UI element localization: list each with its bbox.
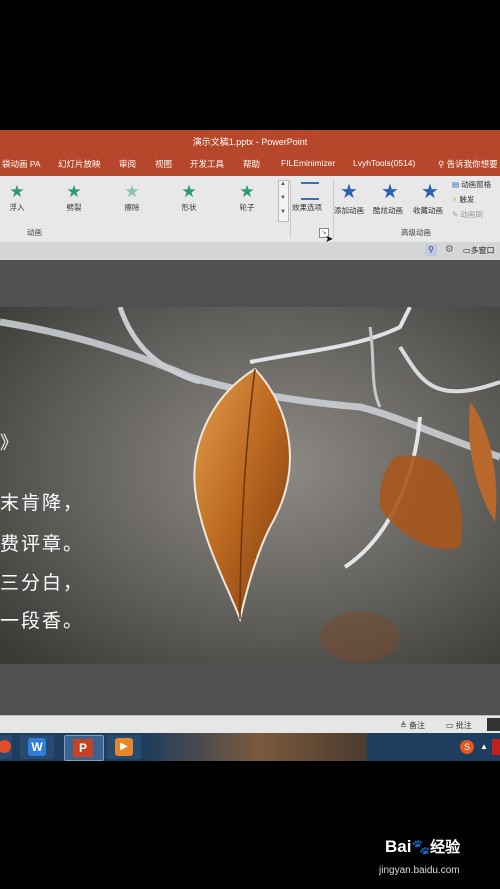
lightning-icon: ⚡ (452, 195, 458, 204)
star-icon: ★ (181, 182, 197, 201)
tell-me-label: 告诉我你想要 (446, 159, 498, 169)
powerpoint-icon: P (73, 739, 93, 757)
tray-red-icon (492, 739, 500, 755)
animation-wipe[interactable]: ★ 擦除 (112, 182, 152, 213)
animation-painter-button[interactable]: ✎ 动画刷 (452, 209, 483, 220)
favorite-animation-label: 收藏动画 (413, 206, 443, 215)
tab-help[interactable]: 帮助 (243, 158, 260, 170)
tab-pocket-animation[interactable]: 袋动画 PA (2, 158, 41, 170)
taskbar-wps-writer[interactable]: W (20, 735, 54, 759)
comments-button[interactable]: ▭ 批注 (446, 720, 472, 731)
baidu-watermark: Bai🐾经验 (385, 836, 460, 857)
group-label-advanced: 高级动画 (401, 228, 431, 237)
animation-label: 浮入 (9, 203, 25, 212)
animation-pane-icon: ▤ (452, 180, 460, 189)
window-icon: ▭ (463, 246, 471, 255)
quick-toolbar: ⚲ ⚙ ▭多窗口 (0, 242, 500, 260)
animation-wheel[interactable]: ★ 轮子 (227, 182, 267, 213)
effect-options-icon (301, 182, 319, 200)
animation-shape[interactable]: ★ 形状 (169, 182, 209, 213)
tab-view[interactable]: 视图 (155, 158, 172, 170)
add-animation-button[interactable]: ★ 添加动画 (334, 179, 370, 223)
window-title: 演示文稿1.pptx - PowerPoint (192, 137, 308, 147)
cool-animation-button[interactable]: ★ 酷炫动画 (373, 179, 409, 223)
notes-button[interactable]: ≜ 备注 (400, 720, 425, 731)
baidu-logo-text: Bai (385, 837, 412, 856)
tab-fileminimizer[interactable]: FILEminimizer (281, 158, 335, 168)
trigger-button[interactable]: ⚡ 触发 (452, 194, 474, 205)
status-bar: ≜ 备注 ▭ 批注 (0, 715, 500, 734)
ribbon-animations: ★ 浮入 ★ 劈裂 ★ 擦除 ★ 形状 ★ 轮子 ▲ ▼ ▼ 效果选项 动画 ↘… (0, 176, 500, 245)
chevron-up-icon: ▲ (280, 181, 286, 187)
tab-slideshow[interactable]: 幻灯片放映 (58, 158, 101, 170)
notes-icon: ≜ (400, 721, 407, 730)
paw-icon: 🐾 (411, 839, 431, 856)
poem-line-2: 费评章。 (0, 533, 85, 555)
effect-options-label: 效果选项 (292, 203, 322, 212)
normal-view-icon[interactable] (487, 718, 500, 731)
animation-pane-button[interactable]: ▤ 动画窗格 (452, 179, 491, 190)
group-label-animation: 动画 (27, 228, 42, 237)
wps-writer-icon: W (28, 738, 46, 756)
media-player-icon: ▶ (115, 738, 133, 756)
tab-developer[interactable]: 开发工具 (190, 158, 224, 170)
taskbar-powerpoint[interactable]: P (64, 735, 104, 761)
tell-me-box[interactable]: ⚲ 告诉我你想要 (438, 158, 498, 170)
comment-icon: ▭ (446, 721, 454, 730)
tray-app-icon[interactable]: S (460, 740, 474, 754)
divider (290, 180, 291, 238)
animation-split[interactable]: ★ 劈裂 (54, 182, 94, 213)
browser-icon (0, 740, 11, 753)
poem-line-4: 一段香。 (0, 610, 85, 632)
star-icon: ★ (66, 182, 82, 201)
baidu-brand-cn: 经验 (430, 839, 461, 856)
add-animation-label: 添加动画 (334, 206, 364, 215)
slide-canvas[interactable]: 》 末肯降， 费评章。 三分白， 一段香。 (0, 307, 500, 664)
poem-line-1: 末肯降， (0, 492, 85, 514)
star-icon: ★ (9, 182, 25, 201)
add-star-icon: ★ (340, 181, 358, 203)
tab-lvyhtools[interactable]: LvyhTools(0514) (353, 158, 415, 168)
watermark-url: jingyan.baidu.com (379, 865, 460, 876)
animation-float-in[interactable]: ★ 浮入 (0, 182, 37, 213)
tab-review[interactable]: 审阅 (119, 158, 136, 170)
animation-label: 轮子 (239, 203, 255, 212)
title-bar: 演示文稿1.pptx - PowerPoint (0, 130, 500, 150)
multi-window-button[interactable]: ▭多窗口 (463, 245, 495, 256)
poem-line-3: 三分白， (0, 572, 85, 594)
favorite-star-icon: ★ (421, 181, 439, 203)
taskbar-browser[interactable] (0, 735, 12, 759)
star-icon: ★ (124, 182, 140, 201)
chevron-down-icon: ▼ (280, 195, 286, 201)
animation-label: 形状 (181, 203, 197, 212)
tray-chevron-icon[interactable]: ▲ (480, 742, 488, 751)
animation-label: 擦除 (124, 203, 140, 212)
cool-star-icon: ★ (381, 181, 399, 203)
gallery-scrollbar[interactable]: ▲ ▼ ▼ (278, 180, 289, 222)
taskbar: W P ▶ S ▲ (0, 733, 500, 761)
zoom-icon[interactable]: ⚲ (425, 244, 437, 256)
star-icon: ★ (239, 182, 255, 201)
favorite-animation-button[interactable]: ★ 收藏动画 (411, 179, 451, 223)
taskbar-media-player[interactable]: ▶ (107, 735, 141, 759)
brush-icon: ✎ (452, 210, 459, 219)
gear-icon[interactable]: ⚙ (445, 244, 454, 255)
search-icon: ⚲ (438, 159, 445, 169)
slide-mark: 》 (0, 433, 20, 454)
taskbar-wallpaper (147, 733, 367, 761)
cool-animation-label: 酷炫动画 (373, 206, 403, 215)
more-icon: ▼ (280, 209, 286, 215)
ribbon-tabs: 袋动画 PA 幻灯片放映 审阅 视图 开发工具 帮助 FILEminimizer… (0, 150, 500, 176)
effect-options-button[interactable]: 效果选项 (292, 180, 328, 220)
animation-label: 劈裂 (66, 203, 82, 212)
